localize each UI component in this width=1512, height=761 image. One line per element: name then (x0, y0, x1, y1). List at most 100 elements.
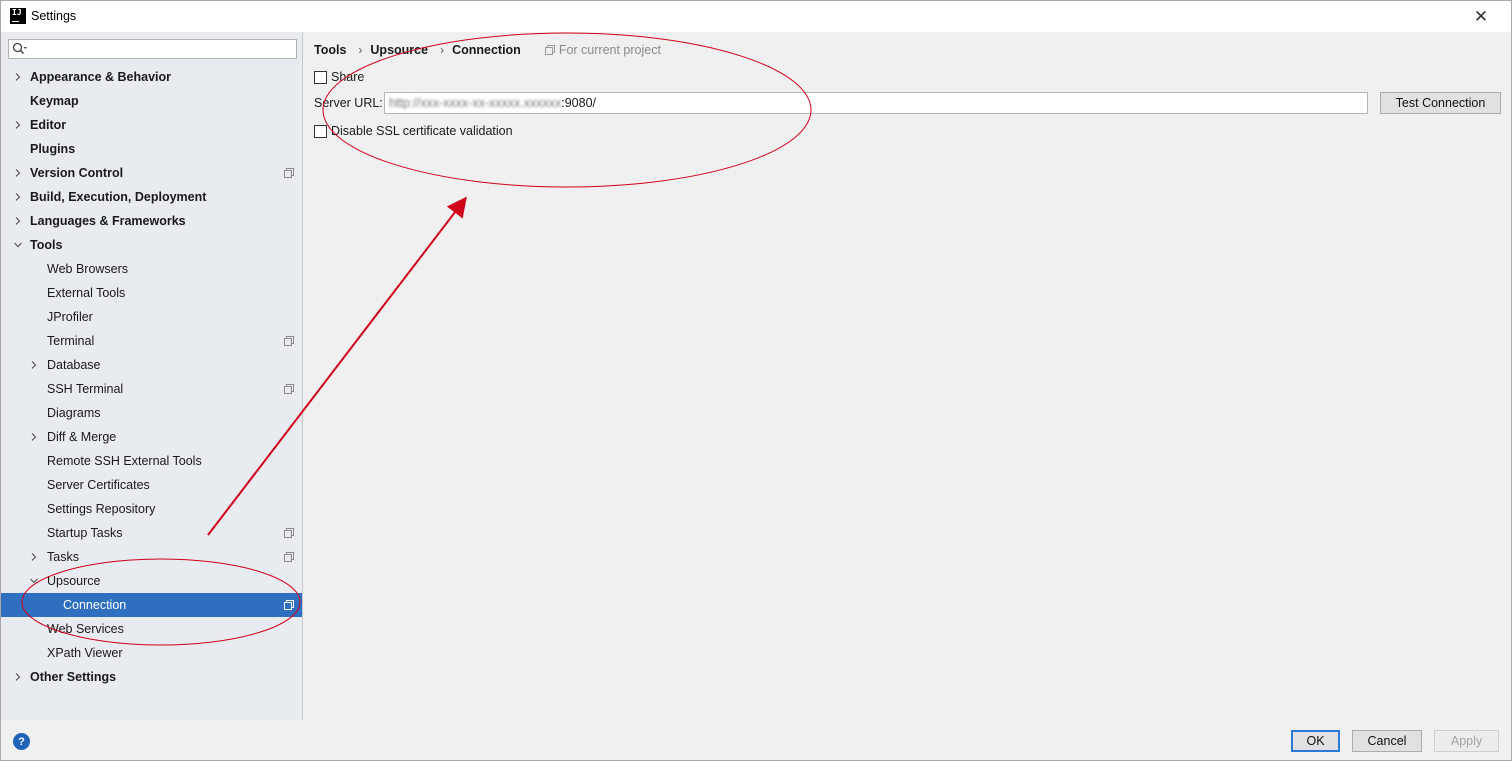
sidebar-item-label: Web Services (47, 622, 124, 636)
sidebar-item-label: Diff & Merge (47, 430, 117, 444)
disable-ssl-checkbox[interactable] (314, 124, 327, 138)
sidebar-item-jprofiler[interactable]: JProfiler (1, 305, 302, 329)
share-checkbox[interactable] (314, 70, 327, 84)
sidebar-item-upsource[interactable]: Upsource (1, 569, 302, 593)
sidebar-item-version-control[interactable]: Version Control (1, 161, 302, 185)
sidebar-item-languages-frameworks[interactable]: Languages & Frameworks (1, 209, 302, 233)
intellij-app-icon: IJ (10, 8, 26, 24)
settings-tree: Appearance & Behavior Keymap Editor Plugins… (1, 65, 302, 689)
sidebar-item-tasks[interactable]: Tasks (1, 545, 302, 569)
sidebar-item-keymap[interactable]: Keymap (1, 89, 302, 113)
project-scope-icon (284, 528, 294, 538)
sidebar-item-label: SSH Terminal (47, 382, 124, 396)
sidebar-item-label: Remote SSH External Tools (47, 454, 202, 468)
breadcrumb-tools: Tools (314, 43, 347, 57)
scope-label: For current project (558, 43, 661, 57)
chevron-right-icon[interactable] (29, 545, 39, 569)
sidebar-item-database[interactable]: Database (1, 353, 302, 377)
sidebar-item-external-tools[interactable]: External Tools (1, 281, 302, 305)
project-scope-icon (284, 336, 294, 346)
scope-indicator: For current project (544, 43, 661, 57)
window-title: Settings (31, 9, 77, 23)
sidebar-item-remote-ssh-external-tools[interactable]: Remote SSH External Tools (1, 449, 302, 473)
chevron-right-icon[interactable] (13, 113, 23, 137)
sidebar-item-label: Connection (63, 598, 127, 612)
search-icon (12, 42, 27, 55)
sidebar-item-label: Keymap (30, 94, 79, 108)
sidebar-item-label: External Tools (47, 286, 126, 300)
title-bar: IJ Settings ✕ (1, 1, 1511, 32)
sidebar-item-web-browsers[interactable]: Web Browsers (1, 257, 302, 281)
chevron-right-icon[interactable] (29, 425, 39, 449)
ok-button[interactable]: OK (1291, 730, 1340, 752)
settings-search-input[interactable] (8, 39, 297, 59)
breadcrumb: Tools › Upsource › Connection For curren… (314, 42, 661, 58)
sidebar-item-editor[interactable]: Editor (1, 113, 302, 137)
disable-ssl-checkbox-row[interactable]: Disable SSL certificate validation (314, 124, 513, 138)
sidebar-item-label: Appearance & Behavior (30, 70, 172, 84)
project-scope-icon (284, 168, 294, 178)
share-label: Share (331, 70, 365, 84)
sidebar-item-label: Tasks (47, 550, 79, 564)
sidebar-item-label: Startup Tasks (47, 526, 123, 540)
sidebar-item-label: Editor (30, 118, 67, 132)
chevron-down-icon[interactable] (13, 233, 23, 257)
project-scope-icon (284, 384, 294, 394)
sidebar-item-settings-repository[interactable]: Settings Repository (1, 497, 302, 521)
settings-window: IJ Settings ✕ Appearance & Behavior Keyma… (0, 0, 1512, 761)
chevron-right-icon[interactable] (13, 665, 23, 689)
breadcrumb-separator: › (440, 43, 445, 57)
sidebar-item-xpath-viewer[interactable]: XPath Viewer (1, 641, 302, 665)
sidebar-item-label: Database (47, 358, 101, 372)
chevron-right-icon[interactable] (13, 161, 23, 185)
help-icon[interactable]: ? (13, 733, 30, 750)
sidebar-item-terminal[interactable]: Terminal (1, 329, 302, 353)
sidebar-item-tools[interactable]: Tools (1, 233, 302, 257)
sidebar-item-label: Upsource (47, 574, 101, 588)
sidebar-item-server-certificates[interactable]: Server Certificates (1, 473, 302, 497)
server-url-port: :9080/ (561, 96, 596, 110)
sidebar-item-label: Other Settings (30, 670, 117, 684)
project-scope-icon (284, 600, 294, 610)
chevron-right-icon[interactable] (13, 185, 23, 209)
chevron-right-icon[interactable] (29, 353, 39, 377)
share-checkbox-row[interactable]: Share (314, 70, 364, 84)
sidebar-item-label: Web Browsers (47, 262, 129, 276)
server-url-redacted-host: http://xxx-xxxx-xx-xxxxx.xxxxxx (389, 96, 562, 110)
sidebar-item-connection[interactable]: Connection (1, 593, 302, 617)
sidebar-item-other-settings[interactable]: Other Settings (1, 665, 302, 689)
breadcrumb-separator: › (358, 43, 363, 57)
sidebar-item-ssh-terminal[interactable]: SSH Terminal (1, 377, 302, 401)
server-url-input[interactable]: http://xxx-xxxx-xx-xxxxx.xxxxxx:9080/ (384, 92, 1368, 114)
sidebar-item-label: Terminal (47, 334, 95, 348)
apply-button: Apply (1434, 730, 1499, 752)
sidebar-item-startup-tasks[interactable]: Startup Tasks (1, 521, 302, 545)
chevron-right-icon[interactable] (13, 65, 23, 89)
sidebar-item-plugins[interactable]: Plugins (1, 137, 302, 161)
test-connection-button[interactable]: Test Connection (1380, 92, 1501, 114)
cancel-button[interactable]: Cancel (1352, 730, 1422, 752)
sidebar-item-label: Tools (30, 238, 63, 252)
sidebar-item-label: Languages & Frameworks (30, 214, 186, 228)
sidebar-item-build-execution-deployment[interactable]: Build, Execution, Deployment (1, 185, 302, 209)
sidebar-item-label: XPath Viewer (47, 646, 123, 660)
breadcrumb-upsource: Upsource (370, 43, 429, 57)
sidebar-item-label: Plugins (30, 142, 76, 156)
project-scope-icon (544, 45, 555, 55)
sidebar-item-label: Version Control (30, 166, 124, 180)
disable-ssl-label: Disable SSL certificate validation (331, 124, 513, 138)
chevron-down-icon[interactable] (29, 569, 39, 593)
sidebar-item-web-services[interactable]: Web Services (1, 617, 302, 641)
breadcrumb-connection: Connection (452, 43, 521, 57)
sidebar-item-label: Settings Repository (47, 502, 156, 516)
project-scope-icon (284, 552, 294, 562)
settings-sidebar: Appearance & Behavior Keymap Editor Plugins… (1, 32, 303, 720)
close-icon[interactable]: ✕ (1461, 5, 1501, 29)
sidebar-item-diff-merge[interactable]: Diff & Merge (1, 425, 302, 449)
chevron-right-icon[interactable] (13, 209, 23, 233)
sidebar-item-label: Server Certificates (47, 478, 150, 492)
sidebar-item-label: Build, Execution, Deployment (30, 190, 207, 204)
sidebar-item-diagrams[interactable]: Diagrams (1, 401, 302, 425)
sidebar-item-appearance-behavior[interactable]: Appearance & Behavior (1, 65, 302, 89)
sidebar-item-label: Diagrams (47, 406, 101, 420)
